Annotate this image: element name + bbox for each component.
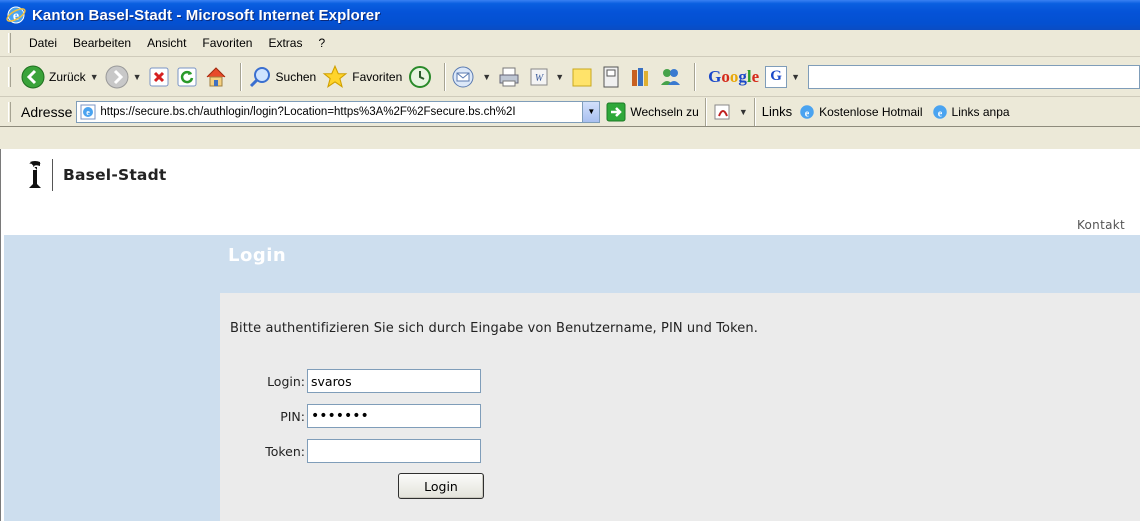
menu-datei[interactable]: Datei bbox=[21, 36, 65, 50]
page-icon: e bbox=[80, 104, 96, 119]
toolbar-separator bbox=[239, 62, 242, 91]
menu-help[interactable]: ? bbox=[310, 36, 333, 50]
chevron-down-icon[interactable]: ▼ bbox=[739, 107, 748, 117]
messenger-device-button[interactable] bbox=[600, 65, 622, 89]
login-button[interactable]: Login bbox=[398, 473, 484, 499]
go-arrow-icon[interactable] bbox=[606, 102, 626, 122]
google-toolbar-logo: Google bbox=[708, 66, 760, 86]
token-label: Token: bbox=[265, 443, 305, 459]
research-button[interactable] bbox=[628, 65, 652, 89]
pin-row: PIN: bbox=[220, 404, 520, 428]
site-name: Basel-Stadt bbox=[63, 166, 167, 184]
intro-text: Bitte authentifizieren Sie sich durch Ei… bbox=[230, 321, 758, 336]
login-form-panel: Bitte authentifizieren Sie sich durch Ei… bbox=[220, 293, 1140, 521]
site-logo[interactable]: Basel-Stadt bbox=[26, 159, 167, 191]
messenger-people-icon bbox=[661, 68, 681, 85]
web-page: Basel-Stadt Kontakt Login Bitte authenti… bbox=[4, 149, 1140, 521]
toolbar-separator bbox=[694, 62, 697, 91]
history-icon bbox=[409, 65, 432, 88]
chevron-down-icon[interactable]: ▼ bbox=[555, 72, 564, 82]
address-bar: Adresse e https://secure.bs.ch/authlogin… bbox=[0, 97, 1140, 127]
search-icon bbox=[249, 66, 270, 87]
menu-extras[interactable]: Extras bbox=[260, 36, 310, 50]
ie-page-icon: e bbox=[800, 104, 814, 119]
menu-bar: Datei Bearbeiten Ansicht Favoriten Extra… bbox=[0, 30, 1140, 57]
window-titlebar: e Kanton Basel-Stadt - Microsoft Interne… bbox=[0, 0, 1140, 30]
svg-text:e: e bbox=[805, 108, 810, 119]
printer-icon bbox=[499, 67, 519, 86]
toolbar-separator bbox=[753, 97, 756, 126]
refresh-icon bbox=[177, 67, 197, 86]
toolbar-grip[interactable] bbox=[8, 101, 11, 122]
link-customize[interactable]: Links anpa bbox=[952, 105, 1010, 119]
chevron-down-icon[interactable]: ▼ bbox=[90, 72, 99, 82]
toolbar-grip[interactable] bbox=[8, 33, 11, 53]
home-button[interactable] bbox=[204, 65, 228, 89]
google-search-input[interactable] bbox=[808, 64, 1140, 89]
pin-input[interactable] bbox=[307, 404, 481, 428]
history-button[interactable] bbox=[408, 65, 432, 89]
menu-ansicht[interactable]: Ansicht bbox=[139, 36, 194, 50]
links-label: Links bbox=[761, 104, 793, 119]
contact-link[interactable]: Kontakt bbox=[1077, 218, 1125, 232]
calculator-icon bbox=[603, 66, 619, 87]
go-button[interactable]: Wechseln zu bbox=[630, 105, 698, 119]
print-button[interactable] bbox=[497, 65, 521, 89]
google-search-button[interactable]: G bbox=[765, 65, 788, 88]
pin-label: PIN: bbox=[280, 408, 305, 424]
research-books-icon bbox=[632, 67, 649, 86]
chevron-down-icon[interactable]: ▼ bbox=[133, 72, 142, 82]
address-url: https://secure.bs.ch/authlogin/login?Loc… bbox=[100, 105, 516, 118]
ie-page-icon: e bbox=[932, 104, 947, 119]
login-input[interactable] bbox=[307, 369, 481, 393]
home-icon bbox=[206, 66, 225, 86]
login-row: Login: bbox=[220, 369, 520, 393]
menu-favoriten[interactable]: Favoriten bbox=[194, 36, 260, 50]
toolbar-separator bbox=[704, 97, 707, 126]
favorites-button[interactable]: Favoriten bbox=[322, 64, 402, 90]
window-title: Kanton Basel-Stadt - Microsoft Internet … bbox=[32, 6, 381, 24]
forward-arrow-icon bbox=[105, 65, 129, 88]
login-label: Login: bbox=[267, 373, 305, 389]
mail-button[interactable]: ▼ bbox=[452, 65, 491, 89]
back-label: Zurück bbox=[49, 69, 86, 84]
basel-crest-icon bbox=[29, 161, 41, 188]
standard-toolbar: Zurück ▼ ▼ Suchen Favoriten ▼ W ▼ Google… bbox=[0, 57, 1140, 97]
logo-divider bbox=[52, 159, 53, 191]
chevron-down-icon[interactable]: ▼ bbox=[791, 72, 800, 82]
page-title: Login bbox=[228, 245, 287, 266]
notes-button[interactable] bbox=[570, 65, 594, 89]
search-button[interactable]: Suchen bbox=[248, 65, 317, 89]
sticky-note-icon bbox=[572, 68, 592, 86]
toolbar-separator bbox=[444, 62, 447, 91]
star-icon bbox=[322, 64, 348, 88]
chevron-down-icon[interactable]: ▼ bbox=[582, 101, 600, 122]
forward-button[interactable]: ▼ bbox=[105, 65, 142, 89]
chevron-down-icon[interactable]: ▼ bbox=[482, 72, 491, 82]
toolbar-grip[interactable] bbox=[8, 66, 11, 87]
link-hotmail[interactable]: Kostenlose Hotmail bbox=[819, 105, 922, 119]
stop-button[interactable] bbox=[148, 66, 170, 88]
stop-icon bbox=[149, 67, 169, 86]
token-input[interactable] bbox=[307, 439, 481, 463]
internet-explorer-icon: e bbox=[6, 6, 26, 24]
refresh-button[interactable] bbox=[176, 66, 198, 88]
search-label: Suchen bbox=[275, 69, 317, 84]
address-label: Adresse bbox=[21, 103, 73, 120]
acrobat-icon[interactable] bbox=[713, 102, 735, 122]
back-arrow-icon bbox=[21, 65, 45, 88]
favorites-label: Favoriten bbox=[352, 69, 403, 84]
token-row: Token: bbox=[220, 439, 520, 463]
back-button[interactable]: Zurück ▼ bbox=[21, 65, 99, 89]
word-document-icon: W bbox=[530, 68, 548, 85]
menu-bearbeiten[interactable]: Bearbeiten bbox=[65, 36, 139, 50]
address-input[interactable]: e https://secure.bs.ch/authlogin/login?L… bbox=[76, 100, 601, 123]
messenger-button[interactable] bbox=[658, 65, 682, 89]
edit-word-button[interactable]: W ▼ bbox=[527, 65, 564, 89]
svg-text:e: e bbox=[87, 108, 91, 117]
svg-text:e: e bbox=[937, 108, 942, 119]
mail-icon bbox=[452, 66, 474, 87]
